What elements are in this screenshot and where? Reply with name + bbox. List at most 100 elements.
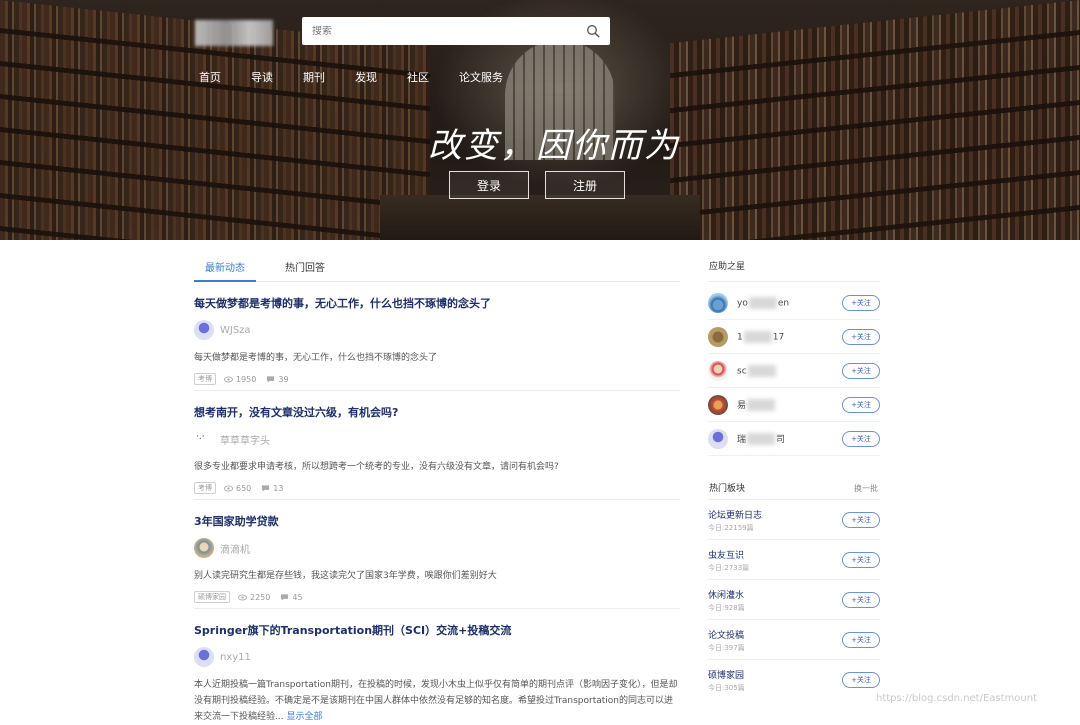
helper-name-prefix: 易 <box>737 400 747 411</box>
view-count: 1950 <box>236 374 257 384</box>
search-input[interactable] <box>312 25 586 37</box>
tab-hot-answers[interactable]: 热门回答 <box>274 248 336 282</box>
helpers-title: 应助之星 <box>709 262 746 272</box>
comment-count: 45 <box>292 592 303 602</box>
comment-count: 39 <box>278 374 289 384</box>
boards-title: 热门板块 <box>709 484 746 494</box>
register-button[interactable]: 注册 <box>545 171 625 199</box>
avatar[interactable] <box>708 326 728 347</box>
nav-item-journals[interactable]: 期刊 <box>303 69 325 85</box>
post-item: Springer旗下的Transportation期刊（SCI）交流+投稿交流 … <box>194 609 680 722</box>
avatar[interactable] <box>708 428 728 449</box>
redaction-mask <box>747 399 776 412</box>
eye-icon <box>224 376 233 382</box>
post-item: 想考南开，没有文章没过六级，有机会吗? 草草草字头 很多专业都要求申请考核，所以… <box>194 391 680 500</box>
helper-item: 瑞司 +关注 <box>708 422 880 456</box>
comment-count: 13 <box>273 483 284 493</box>
follow-button[interactable]: +关注 <box>842 672 880 688</box>
helper-name-prefix: sc <box>737 366 747 376</box>
nav-item-discover[interactable]: 发现 <box>355 69 377 85</box>
post-meta: 考博 1950 39 <box>194 373 680 385</box>
helper-name-suffix: en <box>777 298 790 308</box>
follow-button[interactable]: +关注 <box>842 631 880 648</box>
post-excerpt[interactable]: 本人近期投稿一篇Transportation期刊，在投稿的时候，发现小木虫上似乎… <box>194 677 680 725</box>
post-excerpt[interactable]: 别人读完研究生都是存些钱，我这读完欠了国家3年学费，唉跟你们差别好大 <box>194 568 680 584</box>
helper-name-suffix: 司 <box>776 434 786 445</box>
nav-item-paper-services[interactable]: 论文服务 <box>459 69 503 85</box>
search-bar <box>302 17 610 45</box>
avatar[interactable] <box>708 360 728 381</box>
board-post-count: 今日:928篇 <box>708 604 745 612</box>
login-button[interactable]: 登录 <box>449 171 529 199</box>
post-tag[interactable]: 考博 <box>194 482 216 494</box>
post-tag[interactable]: 硕博家园 <box>194 591 230 603</box>
board-name[interactable]: 论坛更新日志 <box>708 508 762 521</box>
comment-icon <box>281 593 289 601</box>
helper-name[interactable]: sc <box>737 364 777 377</box>
eye-icon <box>224 485 233 491</box>
site-logo[interactable] <box>195 20 273 46</box>
redaction-mask <box>747 364 776 377</box>
board-name[interactable]: 论文投稿 <box>708 628 744 641</box>
board-item: 论文投稿 今日:397篇 +关注 <box>708 620 880 660</box>
avatar[interactable] <box>708 292 728 313</box>
follow-button[interactable]: +关注 <box>842 294 880 311</box>
follow-button[interactable]: +关注 <box>842 511 880 528</box>
post-author: nxy11 <box>194 647 680 667</box>
show-all-link[interactable]: 显示全部 <box>286 712 322 722</box>
follow-button[interactable]: +关注 <box>842 551 880 568</box>
helper-name-prefix: yo <box>737 298 748 308</box>
refresh-boards-link[interactable]: 换一批 <box>854 483 878 494</box>
post-author: 滴滴机 <box>194 538 680 558</box>
post-meta: 考博 650 13 <box>194 482 680 494</box>
nav-item-guide[interactable]: 导读 <box>251 69 273 85</box>
tab-latest[interactable]: 最新动态 <box>194 248 256 282</box>
nav-item-home[interactable]: 首页 <box>199 69 221 85</box>
search-icon[interactable] <box>586 24 600 38</box>
helper-name[interactable]: yo en <box>737 296 790 309</box>
helper-name[interactable]: 瑞司 <box>737 432 785 446</box>
post-title[interactable]: 每天做梦都是考博的事，无心工作，什么也挡不琢博的念头了 <box>194 295 680 311</box>
post-tag[interactable]: 考博 <box>194 373 216 385</box>
post-excerpt[interactable]: 很多专业都要求申请考核，所以想跨考一个统考的专业，没有六级没有文章，请问有机会吗… <box>194 459 680 475</box>
avatar[interactable] <box>194 647 214 667</box>
board-name[interactable]: 虫友互识 <box>708 548 744 561</box>
follow-button[interactable]: +关注 <box>842 591 880 608</box>
post-excerpt[interactable]: 每天做梦都是考博的事，无心工作，什么也挡不琢博的念头了 <box>194 350 680 366</box>
author-name[interactable]: 草草草字头 <box>220 432 270 447</box>
helper-name[interactable]: 易 <box>737 398 776 412</box>
board-name[interactable]: 休闲灌水 <box>708 588 744 601</box>
hero-slogan: 改变，因你而为 <box>428 126 680 166</box>
main-nav: 首页 导读 期刊 发现 社区 论文服务 <box>199 69 533 85</box>
follow-button[interactable]: +关注 <box>842 430 880 447</box>
eye-icon <box>238 594 247 600</box>
author-name[interactable]: nxy11 <box>220 652 251 663</box>
author-name[interactable]: WJSza <box>220 325 251 336</box>
post-item: 3年国家助学贷款 滴滴机 别人读完研究生都是存些钱，我这读完欠了国家3年学费，唉… <box>194 500 680 609</box>
helper-item: 1 17 +关注 <box>708 320 880 354</box>
avatar[interactable] <box>708 394 728 415</box>
board-name[interactable]: 硕博家园 <box>708 668 744 681</box>
board-post-count: 今日:397篇 <box>708 644 745 652</box>
nav-item-community[interactable]: 社区 <box>407 69 429 85</box>
board-post-count: 今日:305篇 <box>708 684 745 692</box>
avatar[interactable] <box>194 320 214 340</box>
boards-header: 热门板块 换一批 <box>708 470 880 500</box>
post-title[interactable]: Springer旗下的Transportation期刊（SCI）交流+投稿交流 <box>194 622 680 638</box>
author-name[interactable]: 滴滴机 <box>220 541 250 556</box>
view-count: 650 <box>236 483 252 493</box>
post-title[interactable]: 3年国家助学贷款 <box>194 513 680 529</box>
post-author: 草草草字头 <box>194 429 680 449</box>
board-item: 论坛更新日志 今日:22159篇 +关注 <box>708 500 880 540</box>
follow-button[interactable]: +关注 <box>842 362 880 379</box>
helper-name[interactable]: 1 17 <box>737 330 784 343</box>
helper-name-prefix: 1 <box>737 332 743 342</box>
avatar[interactable] <box>194 538 214 558</box>
avatar[interactable] <box>194 429 214 449</box>
post-title[interactable]: 想考南开，没有文章没过六级，有机会吗? <box>194 404 680 420</box>
post-item: 每天做梦都是考博的事，无心工作，什么也挡不琢博的念头了 WJSza 每天做梦都是… <box>194 282 680 391</box>
hot-boards-panel: 热门板块 换一批 论坛更新日志 今日:22159篇 +关注 虫友互识 今日:27… <box>708 470 880 700</box>
redaction-mask <box>743 330 772 343</box>
follow-button[interactable]: +关注 <box>842 328 880 345</box>
follow-button[interactable]: +关注 <box>842 396 880 413</box>
